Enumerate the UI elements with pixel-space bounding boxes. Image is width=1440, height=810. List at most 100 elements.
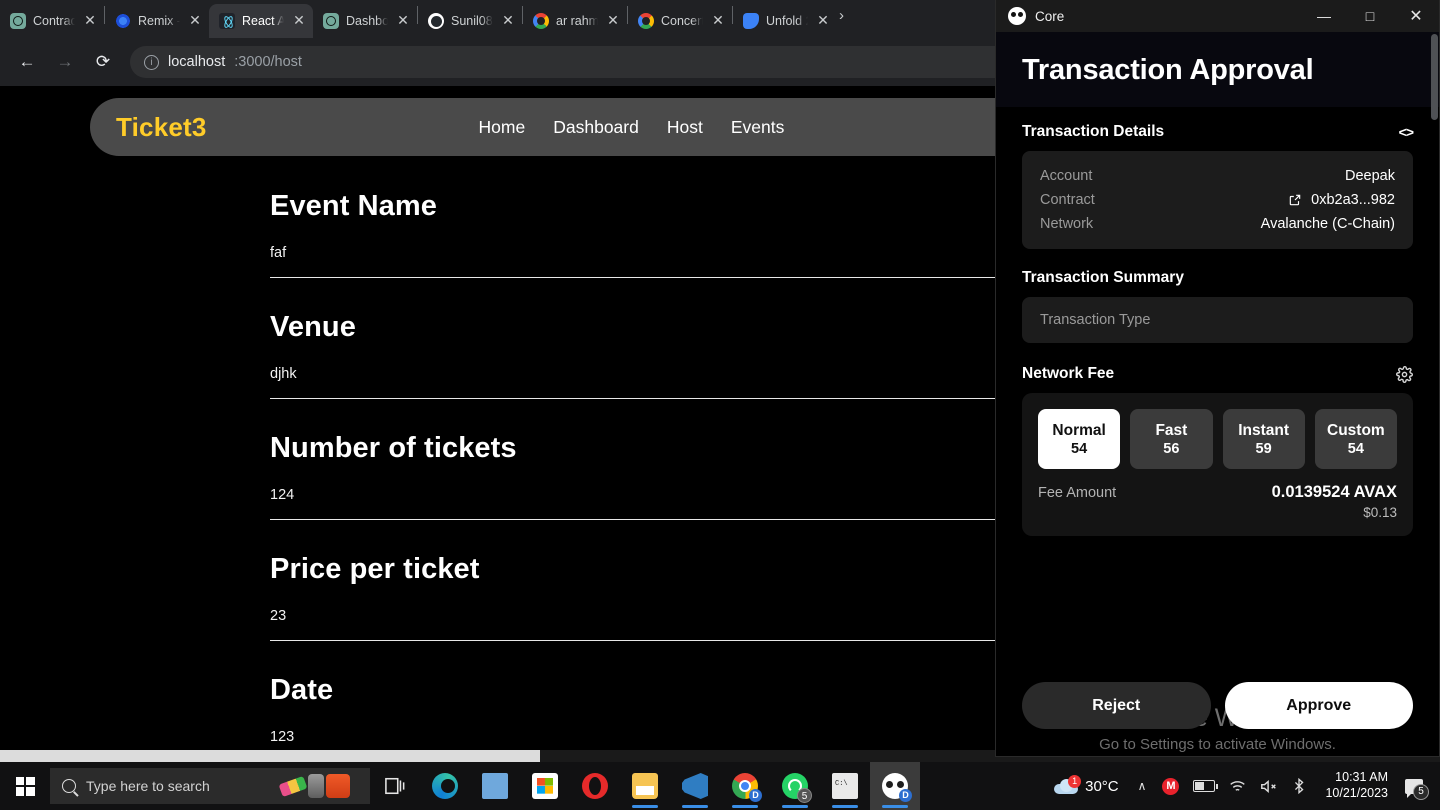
- core-page-header: Transaction Approval: [996, 32, 1439, 107]
- tray-volume-muted-icon[interactable]: [1253, 779, 1285, 794]
- fee-option-normal[interactable]: Normal 54: [1038, 409, 1121, 469]
- fee-option-name: Normal: [1052, 421, 1106, 439]
- detail-key: Network: [1040, 216, 1094, 232]
- taskbar-clock[interactable]: 10:31 AM 10/21/2023: [1313, 770, 1398, 801]
- taskbar-app-core[interactable]: D: [870, 762, 920, 810]
- scrollbar-thumb[interactable]: [1431, 34, 1438, 120]
- taskbar-app-file-explorer[interactable]: [620, 762, 670, 810]
- core-window-body: Transaction Approval Transaction Details…: [996, 32, 1439, 756]
- tray-battery-icon[interactable]: [1186, 780, 1222, 792]
- external-link-icon[interactable]: [1288, 193, 1302, 207]
- browser-tab-active[interactable]: React Ap ✕: [209, 4, 313, 38]
- nav-link-dashboard[interactable]: Dashboard: [553, 117, 639, 138]
- taskbar-search-box[interactable]: Type here to search: [50, 768, 370, 804]
- taskbar-app-chrome[interactable]: D: [720, 762, 770, 810]
- tray-bluetooth-icon[interactable]: [1285, 778, 1313, 794]
- tab-close-icon[interactable]: ✕: [291, 13, 307, 29]
- tab-close-icon[interactable]: ✕: [395, 13, 411, 29]
- browser-tab[interactable]: Contract ✕: [0, 4, 104, 38]
- taskbar-app-vscode[interactable]: [670, 762, 720, 810]
- github-icon: [428, 13, 444, 29]
- contract-address[interactable]: 0xb2a3...982: [1311, 192, 1395, 208]
- fee-option-name: Custom: [1327, 421, 1385, 439]
- fee-option-value: 54: [1071, 440, 1088, 457]
- price-per-ticket-input[interactable]: 23: [270, 608, 996, 624]
- core-action-buttons: Reject Approve: [1022, 682, 1413, 729]
- form-field-date: Date 123: [270, 674, 996, 761]
- chevron-up-icon[interactable]: ∧: [1129, 779, 1156, 793]
- forward-icon[interactable]: →: [48, 45, 82, 79]
- tab-close-icon[interactable]: ✕: [187, 13, 203, 29]
- browser-tab[interactable]: Sunil088 ✕: [418, 4, 522, 38]
- fee-option-fast[interactable]: Fast 56: [1130, 409, 1213, 469]
- tab-close-icon[interactable]: ✕: [82, 13, 98, 29]
- remote-desktop-icon: [482, 773, 508, 799]
- tray-wifi-icon[interactable]: [1222, 779, 1253, 794]
- browser-tab[interactable]: Remix - ✕: [105, 4, 209, 38]
- tab-close-icon[interactable]: ✕: [710, 13, 726, 29]
- tab-close-icon[interactable]: ✕: [500, 13, 516, 29]
- venue-input[interactable]: djhk: [270, 366, 996, 382]
- close-icon[interactable]: ✕: [1393, 0, 1439, 32]
- back-icon[interactable]: ←: [10, 45, 44, 79]
- form-field-venue: Venue djhk: [270, 311, 996, 399]
- event-name-input[interactable]: faf: [270, 245, 996, 261]
- approve-button[interactable]: Approve: [1224, 682, 1413, 729]
- tab-close-icon[interactable]: ✕: [605, 13, 621, 29]
- detail-key: Account: [1040, 168, 1093, 184]
- notification-center-button[interactable]: 5: [1398, 778, 1436, 800]
- fee-option-instant[interactable]: Instant 59: [1222, 409, 1305, 469]
- browser-tab[interactable]: Dashboa ✕: [313, 4, 417, 38]
- transaction-details-card: Account Deepak Contract 0xb2a3...982 Net…: [1022, 151, 1413, 249]
- core-vertical-scrollbar[interactable]: [1430, 32, 1439, 756]
- search-placeholder: Type here to search: [86, 778, 210, 794]
- taskbar-app-opera[interactable]: [570, 762, 620, 810]
- weather-temperature: 30°C: [1085, 777, 1119, 795]
- browser-tab[interactable]: Concert ✕: [628, 4, 732, 38]
- google-icon: [638, 13, 654, 29]
- browser-tab[interactable]: Unfold 2 ✕: [733, 4, 837, 38]
- start-button[interactable]: [0, 762, 50, 810]
- minimize-icon[interactable]: —: [1301, 0, 1347, 32]
- page-title: Transaction Approval: [1022, 54, 1314, 86]
- taskbar-app-terminal[interactable]: [820, 762, 870, 810]
- transaction-type-placeholder: Transaction Type: [1040, 312, 1151, 328]
- battery-icon: [1193, 780, 1219, 792]
- core-title-bar[interactable]: Core — □ ✕: [996, 0, 1439, 32]
- task-view-button[interactable]: [370, 762, 420, 810]
- nav-link-host[interactable]: Host: [667, 117, 703, 138]
- mail-badge-label: M: [1162, 777, 1180, 795]
- detail-key: Contract: [1040, 192, 1095, 208]
- task-view-icon: [385, 777, 405, 795]
- tab-close-icon[interactable]: ✕: [815, 13, 831, 29]
- transaction-details-header: Transaction Details <>: [1022, 123, 1414, 141]
- detail-row-contract: Contract 0xb2a3...982: [1040, 188, 1395, 212]
- date-input[interactable]: 123: [270, 729, 996, 745]
- reload-icon[interactable]: ⟳: [86, 45, 120, 79]
- fee-amount-label: Fee Amount: [1038, 485, 1117, 501]
- site-brand[interactable]: Ticket3: [116, 112, 207, 143]
- section-title: Transaction Summary: [1022, 269, 1184, 286]
- tab-overflow-icon[interactable]: ›: [837, 7, 848, 32]
- scrollbar-thumb[interactable]: [0, 750, 540, 762]
- field-label: Venue: [270, 311, 356, 343]
- weather-widget[interactable]: 1 30°C: [1040, 774, 1129, 795]
- reject-button[interactable]: Reject: [1022, 682, 1211, 729]
- taskbar-app-remote-desktop[interactable]: [470, 762, 520, 810]
- number-of-tickets-input[interactable]: 124: [270, 487, 996, 503]
- code-view-icon[interactable]: <>: [1399, 124, 1414, 140]
- fee-option-custom[interactable]: Custom 54: [1314, 409, 1397, 469]
- browser-tab[interactable]: ar rahma ✕: [523, 4, 627, 38]
- nav-link-home[interactable]: Home: [479, 117, 526, 138]
- cloud-icon: 1: [1054, 774, 1082, 794]
- detail-value: Avalanche (C-Chain): [1260, 216, 1395, 232]
- transaction-type-field: Transaction Type: [1022, 297, 1413, 343]
- nav-link-events[interactable]: Events: [731, 117, 785, 138]
- site-info-icon[interactable]: i: [144, 54, 159, 70]
- taskbar-app-store[interactable]: [520, 762, 570, 810]
- taskbar-app-edge[interactable]: [420, 762, 470, 810]
- gear-icon[interactable]: [1396, 365, 1413, 383]
- taskbar-app-whatsapp[interactable]: 5: [770, 762, 820, 810]
- tray-mail-icon[interactable]: M: [1155, 777, 1186, 795]
- maximize-icon[interactable]: □: [1347, 0, 1393, 32]
